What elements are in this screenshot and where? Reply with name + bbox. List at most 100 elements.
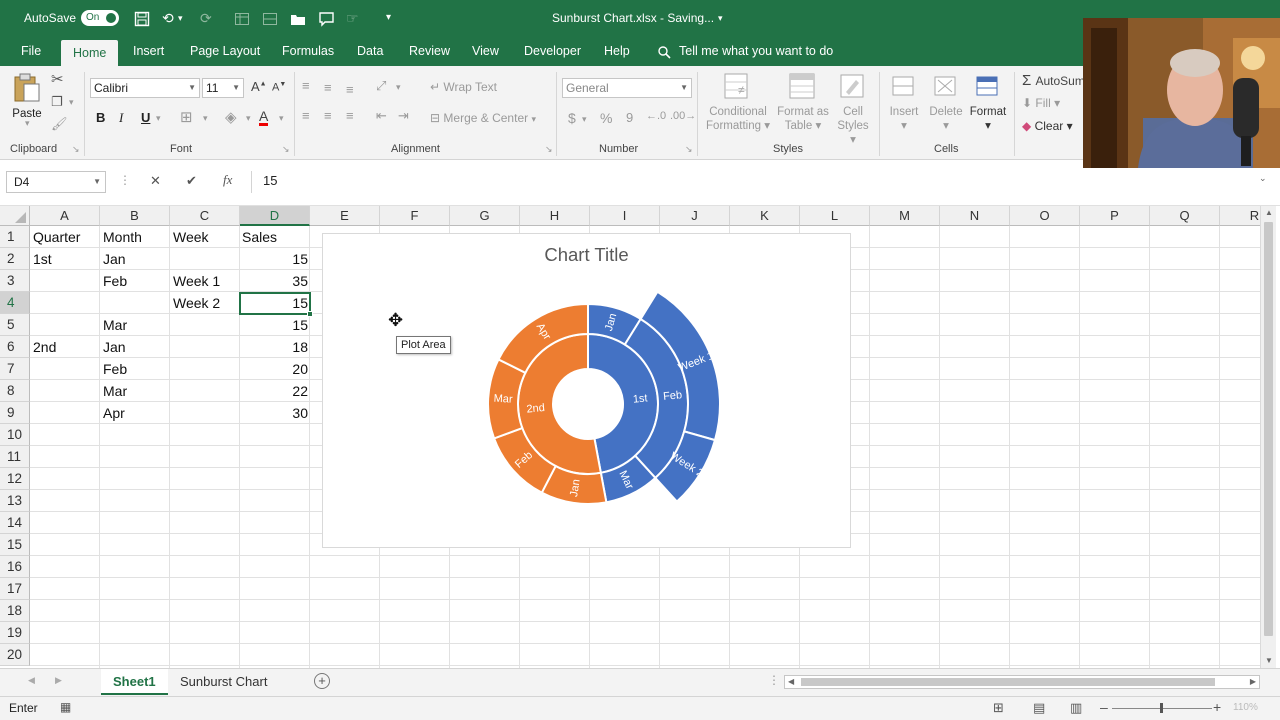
borders-icon[interactable]: ⊞: [180, 108, 193, 126]
fill-dropdown-icon[interactable]: ▾: [246, 113, 251, 124]
font-name-select[interactable]: Calibri ▼: [90, 78, 200, 98]
column-header-c[interactable]: C: [170, 206, 240, 226]
row-header-10[interactable]: 10: [0, 424, 30, 446]
column-header-g[interactable]: G: [450, 206, 520, 226]
column-header-h[interactable]: H: [520, 206, 590, 226]
copy-icon[interactable]: ❐: [51, 94, 63, 110]
cell-d9[interactable]: 30: [240, 402, 310, 424]
format-painter-icon[interactable]: 🖌: [51, 116, 68, 132]
cell-b9[interactable]: Apr: [101, 402, 127, 424]
cell-b8[interactable]: Mar: [101, 380, 129, 402]
grow-font-icon[interactable]: A▲: [251, 79, 267, 94]
sunburst-chart[interactable]: Chart Title 1st Jan Feb Week 1 Week 2 Mar 2nd J…: [322, 233, 851, 548]
increase-decimal-icon[interactable]: ←.0: [646, 110, 666, 122]
copy-dropdown-icon[interactable]: ▾: [69, 97, 74, 108]
name-box[interactable]: D4 ▼: [6, 171, 106, 193]
cell-d3[interactable]: 35: [240, 270, 310, 292]
sheet-tab-sheet1[interactable]: Sheet1: [101, 669, 168, 695]
scroll-sheets-left-icon[interactable]: ◀: [28, 675, 35, 686]
column-header-j[interactable]: J: [660, 206, 730, 226]
tab-formulas[interactable]: Formulas: [282, 36, 334, 66]
touch-mode-icon[interactable]: ☞: [346, 0, 359, 36]
table-icon[interactable]: [234, 0, 250, 36]
tab-review[interactable]: Review: [409, 36, 450, 66]
cell-d5[interactable]: 15: [240, 314, 310, 336]
normal-view-icon[interactable]: ⊞: [993, 700, 1004, 716]
macro-record-icon[interactable]: ▦: [60, 700, 71, 714]
folder-icon[interactable]: [290, 0, 306, 36]
fill-color-icon[interactable]: ◈: [225, 108, 237, 126]
align-center-icon[interactable]: ≡: [324, 108, 332, 123]
row-header-18[interactable]: 18: [0, 600, 30, 622]
horizontal-scroll-thumb[interactable]: [801, 678, 1215, 686]
wrap-text-button[interactable]: ↵ Wrap Text: [430, 80, 497, 94]
cell-c3[interactable]: Week 1: [171, 270, 222, 292]
underline-dropdown-icon[interactable]: ▾: [156, 113, 161, 124]
cell-b6[interactable]: Jan: [101, 336, 128, 358]
customize-toolbar-icon[interactable]: ▾: [386, 0, 391, 36]
cell-a6[interactable]: 2nd: [31, 336, 58, 358]
conditional-formatting-button[interactable]: ≠ Conditional Formatting ▾: [702, 72, 774, 133]
row-header-15[interactable]: 15: [0, 534, 30, 556]
row-header-9[interactable]: 9: [0, 402, 30, 424]
insert-cells-button[interactable]: Insert ▾: [885, 72, 923, 133]
cell-b2[interactable]: Jan: [101, 248, 128, 270]
font-size-select[interactable]: 11 ▼: [202, 78, 244, 98]
orientation-dropdown-icon[interactable]: ▾: [396, 82, 401, 93]
row-header-16[interactable]: 16: [0, 556, 30, 578]
cell-b1[interactable]: Month: [101, 226, 144, 248]
font-color-dropdown-icon[interactable]: ▾: [279, 113, 284, 124]
cell-d7[interactable]: 20: [240, 358, 310, 380]
column-header-q[interactable]: Q: [1150, 206, 1220, 226]
row-header-4[interactable]: 4: [0, 292, 30, 314]
row-header-13[interactable]: 13: [0, 490, 30, 512]
column-header-d[interactable]: D: [240, 206, 310, 226]
vertical-scrollbar[interactable]: ▲ ▼: [1260, 206, 1276, 668]
tab-insert[interactable]: Insert: [133, 36, 164, 66]
row-header-2[interactable]: 2: [0, 248, 30, 270]
cancel-entry-button[interactable]: ✕: [150, 173, 161, 189]
zoom-in-button[interactable]: +: [1213, 699, 1221, 715]
scroll-right-icon[interactable]: ▶: [1250, 676, 1256, 688]
align-middle-icon[interactable]: ≡: [324, 80, 332, 95]
cell-d8[interactable]: 22: [240, 380, 310, 402]
tab-help[interactable]: Help: [604, 36, 630, 66]
format-cells-button[interactable]: Format ▾: [967, 72, 1009, 133]
cell-a2[interactable]: 1st: [31, 248, 54, 270]
row-header-12[interactable]: 12: [0, 468, 30, 490]
cell-b7[interactable]: Feb: [101, 358, 129, 380]
column-header-o[interactable]: O: [1010, 206, 1080, 226]
merge-center-button[interactable]: ⊟ Merge & Center ▾: [430, 111, 536, 125]
row-header-3[interactable]: 3: [0, 270, 30, 292]
active-cell-d4[interactable]: [239, 292, 313, 317]
column-header-l[interactable]: L: [800, 206, 870, 226]
align-right-icon[interactable]: ≡: [346, 108, 354, 123]
fill-handle[interactable]: [307, 311, 313, 317]
delete-cells-button[interactable]: Delete ▾: [926, 72, 966, 133]
sort-icon[interactable]: [262, 0, 278, 36]
scroll-left-icon[interactable]: ◀: [788, 676, 794, 688]
undo-icon[interactable]: ⟲: [162, 0, 174, 36]
add-sheet-icon[interactable]: +: [314, 673, 330, 689]
insert-function-button[interactable]: fx: [223, 172, 232, 188]
font-color-icon[interactable]: A: [259, 109, 269, 126]
align-top-icon[interactable]: ≡: [302, 78, 310, 93]
page-break-view-icon[interactable]: ▥: [1070, 700, 1082, 716]
row-header-6[interactable]: 6: [0, 336, 30, 358]
clipboard-launcher-icon[interactable]: ↘: [72, 144, 80, 155]
font-launcher-icon[interactable]: ↘: [282, 144, 290, 155]
scroll-sheets-right-icon[interactable]: ▶: [55, 675, 62, 686]
undo-dropdown-icon[interactable]: ▾: [178, 0, 183, 36]
comment-icon[interactable]: [318, 0, 336, 36]
number-launcher-icon[interactable]: ↘: [685, 144, 693, 155]
select-all-button[interactable]: [0, 206, 30, 226]
decrease-decimal-icon[interactable]: .00→: [670, 110, 696, 122]
currency-button[interactable]: $: [568, 110, 576, 126]
percent-button[interactable]: %: [600, 110, 612, 126]
column-header-i[interactable]: I: [590, 206, 660, 226]
cell-styles-button[interactable]: Cell Styles ▾: [833, 72, 873, 147]
column-header-p[interactable]: P: [1080, 206, 1150, 226]
cell-b5[interactable]: Mar: [101, 314, 129, 336]
row-header-8[interactable]: 8: [0, 380, 30, 402]
orientation-icon[interactable]: ⤢: [376, 78, 386, 94]
